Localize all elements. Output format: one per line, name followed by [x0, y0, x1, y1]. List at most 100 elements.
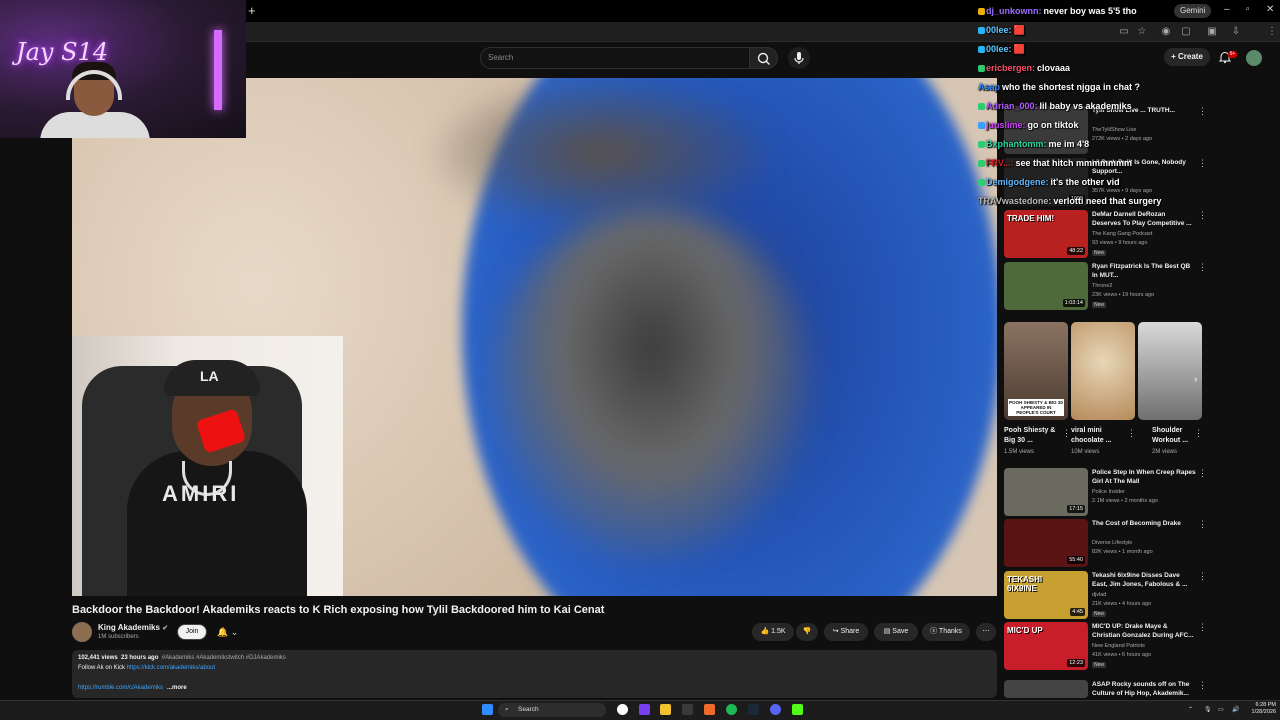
video-menu-icon[interactable]: ⋮ — [1198, 519, 1207, 530]
chat-username[interactable]: Asap — [978, 82, 1000, 92]
video-menu-icon[interactable]: ⋮ — [1198, 571, 1207, 582]
extension-icon[interactable]: ◉ — [1160, 26, 1172, 38]
cast-icon[interactable]: ▭ — [1118, 26, 1130, 38]
chat-username[interactable]: 00lee: — [986, 44, 1012, 54]
search-input[interactable]: Search — [480, 47, 750, 69]
video-thumbnail[interactable]: MIC'D UP 12:23 — [1004, 622, 1088, 670]
show-more-button[interactable]: ...more — [167, 685, 187, 691]
channel-name[interactable]: King Akademiks ✔ — [98, 623, 168, 632]
download-icon[interactable]: ⇩ — [1230, 26, 1242, 38]
like-button[interactable]: 👍 1.5K — [752, 623, 794, 641]
voice-search-button[interactable] — [788, 47, 810, 69]
video-thumbnail[interactable]: TEKASHI 6IX9INE 4:45 — [1004, 571, 1088, 619]
chat-username[interactable]: FRV...: — [986, 158, 1014, 168]
chat-username[interactable]: TRAVwastedone: — [978, 196, 1051, 206]
steam-icon[interactable] — [748, 704, 759, 715]
video-channel[interactable]: Police Insider — [1092, 489, 1125, 495]
browser-menu-icon[interactable]: ⋮ — [1266, 26, 1278, 38]
more-actions-button[interactable]: ⋯ — [976, 623, 996, 641]
video-menu-icon[interactable]: ⋮ — [1198, 262, 1207, 273]
short-thumbnail[interactable]: POOH SHIESTY & BIG 30 APPEARED IN PEOPLE… — [1004, 322, 1068, 420]
video-channel[interactable]: Throne2 — [1092, 283, 1113, 289]
video-menu-icon[interactable]: ⋮ — [1198, 210, 1207, 221]
video-thumbnail[interactable]: TRADE HIM! 48:22 — [1004, 210, 1088, 258]
video-title[interactable]: ASAP Rocky sounds off on The Culture of … — [1092, 680, 1196, 698]
video-thumbnail[interactable]: 55:40 — [1004, 519, 1088, 567]
video-title[interactable]: Ryan Fitzpatrick Is The Best QB In MUT..… — [1092, 262, 1196, 280]
chat-username[interactable]: Demigodgene: — [986, 177, 1049, 187]
chat-username[interactable]: Adrian_000: — [986, 101, 1038, 111]
gemini-button[interactable]: Gemini — [1174, 4, 1212, 18]
bookmark-star-icon[interactable]: ☆ — [1136, 26, 1148, 38]
hashtags[interactable]: #Akademiks #Akademikstwitch #DJAkademiks — [162, 655, 286, 661]
dislike-button[interactable]: 👎 — [796, 623, 818, 641]
spotify-icon[interactable] — [726, 704, 737, 715]
tray-chevron-icon[interactable]: ⌃ — [1188, 706, 1193, 713]
subscription-bell-button[interactable]: 🔔 ⌄ — [213, 624, 245, 640]
share-button[interactable]: ↪ Share — [824, 623, 868, 641]
start-icon[interactable] — [482, 704, 493, 715]
video-menu-icon[interactable]: ⋮ — [1198, 468, 1207, 479]
video-channel[interactable]: Diverse Lifestyle — [1092, 540, 1132, 546]
chat-message: dj_unkownn: never boy was 5'5 tho — [978, 6, 1137, 16]
rumble-link[interactable]: https://rumble.com/c/Akademiks — [78, 685, 163, 691]
video-menu-icon[interactable]: ⋮ — [1198, 680, 1207, 691]
chat-text: it's the other vid — [1050, 177, 1120, 187]
volume-icon[interactable]: 🔊 — [1232, 706, 1239, 713]
maximize-button[interactable]: ▫ — [1246, 4, 1250, 15]
video-channel[interactable]: djvlad — [1092, 592, 1106, 598]
video-title[interactable]: Police Step In When Creep Rapes Girl At … — [1092, 468, 1196, 486]
video-thumbnail[interactable]: 17:15 — [1004, 468, 1088, 516]
short-thumbnail[interactable] — [1071, 322, 1135, 420]
video-title[interactable]: DeMar Darnell DeRozan Deserves To Play C… — [1092, 210, 1196, 228]
short-title[interactable]: viral mini chocolate ... — [1071, 426, 1127, 446]
puzzle-icon[interactable]: ▢ — [1180, 26, 1192, 38]
chat-username[interactable]: 00lee: — [986, 25, 1012, 35]
chat-username[interactable]: Bxphantomm: — [986, 139, 1047, 149]
short-menu-icon[interactable]: ⋮ — [1062, 428, 1071, 439]
video-channel[interactable]: New England Patriots — [1092, 643, 1145, 649]
video-menu-icon[interactable]: ⋮ — [1198, 158, 1207, 169]
video-channel[interactable]: TheTylilShow Live — [1092, 127, 1136, 133]
discord-icon[interactable] — [770, 704, 781, 715]
system-clock[interactable]: 6:28 PM 1/28/2026 — [1246, 702, 1276, 716]
search-button[interactable] — [750, 47, 778, 69]
shorts-next-icon[interactable]: › — [1194, 374, 1197, 385]
new-tab-button[interactable]: + — [248, 3, 256, 18]
chat-username[interactable]: dj_unkownn: — [986, 6, 1042, 16]
channel-avatar[interactable] — [72, 622, 92, 642]
short-title[interactable]: Pooh Shiesty & Big 30 ... — [1004, 426, 1060, 446]
terminal-icon[interactable] — [682, 704, 693, 715]
video-menu-icon[interactable]: ⋮ — [1198, 622, 1207, 633]
twitch-icon[interactable] — [639, 704, 650, 715]
video-channel[interactable]: The Kang Gang Podcast — [1092, 231, 1152, 237]
short-menu-icon[interactable]: ⋮ — [1194, 428, 1203, 439]
video-thumbnail[interactable] — [1004, 680, 1088, 698]
mic-tray-icon[interactable]: 🎙 — [1204, 706, 1212, 713]
account-avatar[interactable] — [1246, 50, 1262, 66]
chat-username[interactable]: ericbergen: — [986, 63, 1035, 73]
kick-link[interactable]: https://kick.com/akademiks/about — [127, 665, 215, 671]
thanks-button[interactable]: ⓢ Thanks — [922, 623, 970, 641]
taskbar-search[interactable]: ⌕ Search — [498, 703, 606, 717]
app-icon[interactable] — [704, 704, 715, 715]
save-button[interactable]: ▤ Save — [874, 623, 918, 641]
short-menu-icon[interactable]: ⋮ — [1127, 428, 1136, 439]
kick-icon[interactable] — [792, 704, 803, 715]
video-title[interactable]: The Cost of Becoming Drake — [1092, 519, 1196, 537]
chat-username[interactable]: juuslime: — [986, 120, 1026, 130]
video-title[interactable]: Tekashi 6ix9ine Disses Dave East, Jim Jo… — [1092, 571, 1196, 589]
sidepanel-icon[interactable]: ▣ — [1206, 26, 1218, 38]
video-title[interactable]: MIC'D UP: Drake Maye & Christian Gonzale… — [1092, 622, 1196, 640]
chrome-icon[interactable] — [617, 704, 628, 715]
video-thumbnail[interactable]: 1:03:14 — [1004, 262, 1088, 310]
short-thumbnail[interactable] — [1138, 322, 1202, 420]
video-menu-icon[interactable]: ⋮ — [1198, 106, 1207, 117]
network-icon[interactable]: ▭ — [1218, 706, 1224, 713]
close-window-button[interactable]: ✕ — [1266, 4, 1274, 15]
join-button[interactable]: Join — [177, 624, 207, 640]
create-button[interactable]: + Create — [1164, 48, 1210, 66]
minimize-button[interactable]: – — [1224, 4, 1230, 15]
short-caption: POOH SHIESTY & BIG 30 APPEARED IN PEOPLE… — [1008, 399, 1064, 416]
file-explorer-icon[interactable] — [660, 704, 671, 715]
